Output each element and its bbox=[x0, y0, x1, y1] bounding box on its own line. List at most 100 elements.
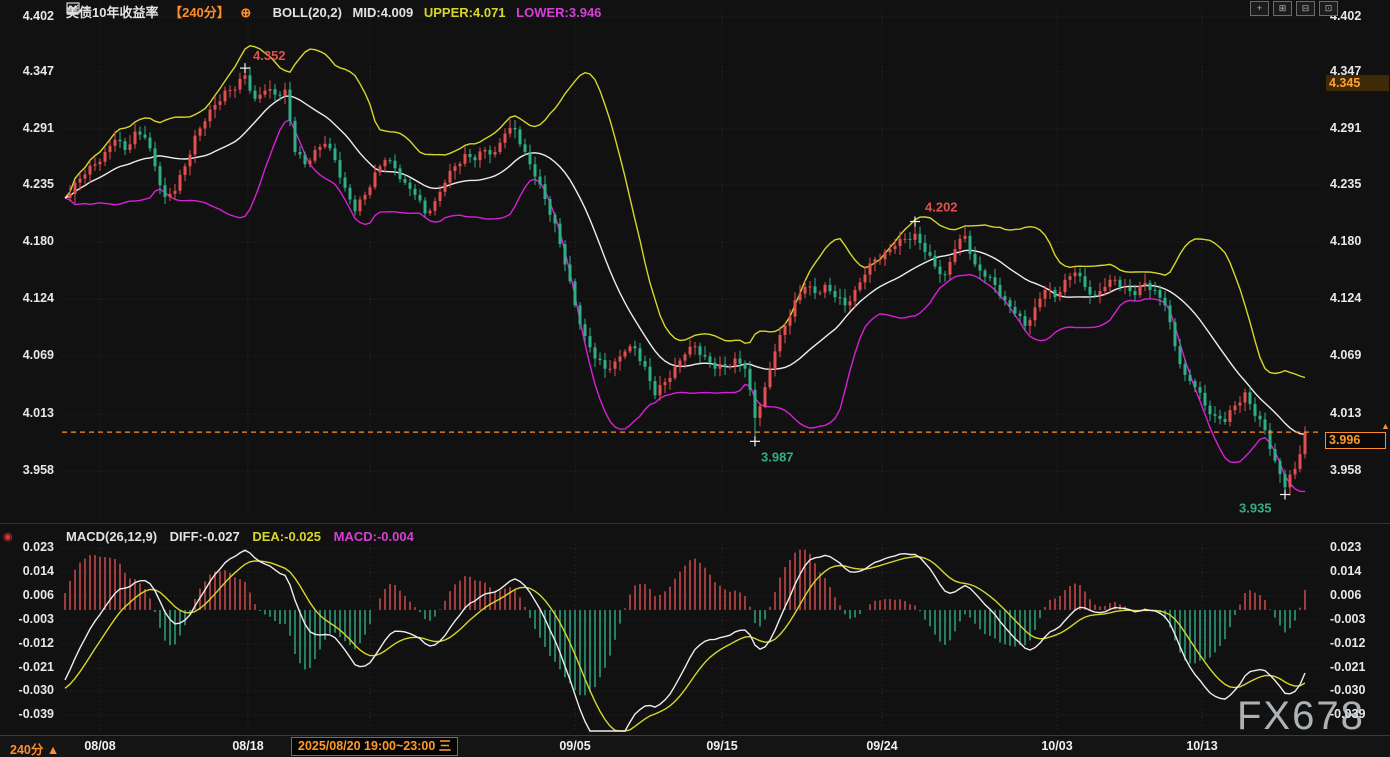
axis-tick-label: 0.023 bbox=[23, 540, 54, 554]
candle-body bbox=[1064, 280, 1067, 292]
candle-body bbox=[519, 129, 522, 144]
candle-body bbox=[1059, 292, 1062, 297]
candle-body bbox=[1289, 475, 1292, 488]
candle-body bbox=[429, 211, 432, 214]
candle-body bbox=[1079, 273, 1082, 277]
axis-tick-label: -0.021 bbox=[1330, 660, 1365, 674]
candle-body bbox=[1169, 305, 1172, 322]
candle-body bbox=[1019, 314, 1022, 317]
candle-body bbox=[819, 293, 822, 294]
candle-body bbox=[1204, 393, 1207, 406]
candle-body bbox=[1249, 392, 1252, 404]
candle-body bbox=[894, 246, 897, 249]
candle-body bbox=[629, 346, 632, 351]
candle-body bbox=[574, 281, 577, 305]
candle-body bbox=[219, 101, 222, 105]
zoom-in-icon[interactable]: ⊞ bbox=[1273, 1, 1292, 16]
candle-body bbox=[1239, 402, 1242, 405]
candle-body bbox=[1209, 406, 1212, 415]
restore-view-icon[interactable]: ⊡ bbox=[1319, 1, 1338, 16]
pan-tool-icon[interactable]: + bbox=[1250, 1, 1269, 16]
candle-body bbox=[124, 141, 127, 150]
price-axis-left: 4.4024.3474.2914.2354.1804.1244.0694.013… bbox=[0, 0, 58, 757]
candle-body bbox=[259, 95, 262, 99]
candle-body bbox=[704, 355, 707, 357]
candle-body bbox=[1229, 410, 1232, 422]
candle-body bbox=[1224, 419, 1227, 422]
macd-header: MACD(26,12,9) DIFF:-0.027 DEA:-0.025 MAC… bbox=[66, 529, 423, 544]
candle-body bbox=[1214, 414, 1217, 416]
candle-body bbox=[249, 75, 252, 90]
macd-marker-icon[interactable]: ◉ bbox=[3, 530, 13, 543]
candle-body bbox=[129, 144, 132, 150]
candle-body bbox=[329, 144, 332, 149]
candle-body bbox=[864, 275, 867, 283]
candle-body bbox=[1014, 307, 1017, 314]
zoom-out-icon[interactable]: ⊟ bbox=[1296, 1, 1315, 16]
candle-body bbox=[994, 277, 997, 285]
add-indicator-icon[interactable]: ⊕ bbox=[240, 5, 251, 20]
bottom-period-label[interactable]: 240分 bbox=[10, 743, 43, 757]
candle-body bbox=[669, 378, 672, 382]
candle-body bbox=[309, 161, 312, 165]
macd-indicator-label[interactable]: MACD(26,12,9) bbox=[66, 529, 157, 544]
axis-tick-label: 4.069 bbox=[1330, 348, 1361, 362]
candle-body bbox=[289, 90, 292, 121]
main-price-chart[interactable]: 4.3524.2023.9873.935 bbox=[0, 0, 1390, 525]
candle-body bbox=[619, 356, 622, 361]
candle-body bbox=[459, 164, 462, 167]
candle-body bbox=[1154, 290, 1157, 291]
axis-tick-label: 0.014 bbox=[23, 564, 54, 578]
candle-body bbox=[264, 91, 267, 95]
candle-body bbox=[149, 138, 152, 149]
candle-body bbox=[699, 346, 702, 355]
candle-body bbox=[294, 121, 297, 152]
macd-diff-value: DIFF:-0.027 bbox=[170, 529, 240, 544]
candle-body bbox=[664, 382, 667, 385]
candle-body bbox=[209, 110, 212, 122]
axis-tick-label: 0.014 bbox=[1330, 564, 1361, 578]
candle-body bbox=[164, 185, 167, 197]
candle-body bbox=[1254, 404, 1257, 416]
candle-body bbox=[1174, 322, 1177, 346]
candle-body bbox=[599, 359, 602, 361]
candle-body bbox=[1089, 287, 1092, 295]
candle-body bbox=[364, 195, 367, 200]
candle-body bbox=[1054, 290, 1057, 297]
candle-body bbox=[654, 381, 657, 395]
boll-lower-value: LOWER:3.946 bbox=[516, 5, 601, 20]
period-badge[interactable]: 【240分】 bbox=[169, 5, 230, 20]
boll-indicator-label[interactable]: BOLL(20,2) bbox=[273, 5, 342, 20]
x-axis-tick-label: 10/13 bbox=[1186, 739, 1217, 753]
candle-body bbox=[1024, 316, 1027, 326]
bottom-period-arrow-icon[interactable]: ▲ bbox=[47, 743, 59, 757]
candle-body bbox=[534, 164, 537, 176]
candle-body bbox=[159, 166, 162, 185]
candle-body bbox=[1114, 280, 1117, 281]
axis-tick-label: 4.402 bbox=[23, 9, 54, 23]
candle-body bbox=[639, 348, 642, 361]
candle-body bbox=[1009, 300, 1012, 307]
candle-body bbox=[444, 183, 447, 192]
x-axis-tick-label: 09/05 bbox=[559, 739, 590, 753]
candle-body bbox=[1109, 280, 1112, 287]
candle-body bbox=[304, 155, 307, 165]
candle-body bbox=[564, 244, 567, 264]
candle-body bbox=[299, 152, 302, 155]
candle-body bbox=[954, 249, 957, 262]
axis-tick-label: 4.291 bbox=[23, 121, 54, 135]
candle-body bbox=[849, 301, 852, 305]
axis-tick-label: 4.347 bbox=[23, 64, 54, 78]
candle-body bbox=[989, 277, 992, 278]
macd-indicator-chart[interactable] bbox=[0, 523, 1390, 735]
candle-body bbox=[959, 239, 962, 249]
candle-body bbox=[174, 191, 177, 194]
candle-body bbox=[109, 146, 112, 152]
candle-body bbox=[344, 178, 347, 188]
candle-body bbox=[1144, 283, 1147, 286]
candle-body bbox=[1244, 392, 1247, 402]
candle-body bbox=[1189, 375, 1192, 381]
price-extreme-label: 4.352 bbox=[253, 48, 286, 63]
candle-body bbox=[89, 166, 92, 175]
candle-body bbox=[714, 363, 717, 369]
